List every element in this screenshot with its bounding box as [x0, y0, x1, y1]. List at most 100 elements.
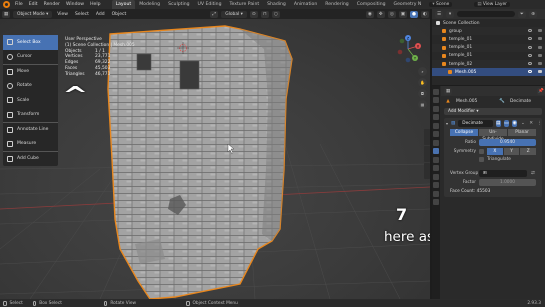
workspace-tab-geometry-nodes[interactable]: Geometry N	[390, 2, 426, 7]
overlay-icon[interactable]: ◎	[387, 10, 396, 18]
transform-orientation-icon[interactable]: ⤢	[210, 10, 219, 18]
pin-icon[interactable]: 📌	[537, 87, 545, 95]
ratio-slider[interactable]: 0.9540	[479, 139, 536, 146]
tab-output-icon[interactable]	[433, 105, 439, 112]
viewport-menu-object[interactable]: Object	[110, 12, 129, 17]
tool-add-cube[interactable]: Add Cube	[3, 151, 58, 166]
tab-object-icon[interactable]	[433, 139, 439, 146]
object-name[interactable]: Mesh.005	[456, 99, 494, 104]
filter-icon[interactable]: ⏷	[518, 10, 526, 18]
eye-icon[interactable]	[528, 70, 532, 74]
outliner-item[interactable]: group	[432, 27, 545, 36]
dropdown-icon[interactable]: ⌄	[520, 119, 526, 127]
axis-x-button[interactable]: X	[487, 148, 503, 155]
snap-icon[interactable]: ⊓	[260, 10, 269, 18]
axis-y-button[interactable]: Y	[503, 148, 520, 155]
menu-file[interactable]: File	[12, 2, 26, 7]
editor-type-icon[interactable]: ▦	[2, 10, 10, 18]
scene-selector[interactable]: ▾ Scene	[429, 2, 453, 7]
tab-texture-icon[interactable]	[433, 199, 439, 205]
viewport-toggle-icon[interactable]: ▭	[503, 119, 510, 127]
tab-scene-icon[interactable]	[433, 122, 439, 129]
outliner-editor-icon[interactable]: ☰	[435, 10, 443, 18]
tab-view-layer-icon[interactable]	[433, 114, 439, 120]
outliner-item[interactable]: temple_01	[432, 43, 545, 52]
tab-render-icon[interactable]	[433, 97, 439, 103]
sidebar-tab-tool[interactable]	[424, 146, 430, 162]
viewport-menu-view[interactable]: View	[55, 12, 70, 17]
outliner-item[interactable]: temple_01	[432, 52, 545, 60]
outliner-item-selected[interactable]: Mesh.005	[432, 68, 545, 77]
workspace-tab-modeling[interactable]: Modeling	[135, 2, 164, 7]
edit-mode-toggle-icon[interactable]: ▤	[495, 119, 501, 127]
pan-hand-icon[interactable]: ✋	[418, 78, 427, 87]
xray-icon[interactable]: ▣	[398, 10, 407, 18]
visibility-icon[interactable]: ◉	[365, 10, 374, 18]
menu-help[interactable]: Help	[87, 2, 103, 7]
close-icon[interactable]: ✕	[529, 120, 534, 127]
tab-particles-icon[interactable]	[433, 156, 439, 163]
tab-constraints-icon[interactable]	[433, 173, 439, 180]
workspace-tab-animation[interactable]: Animation	[290, 2, 321, 7]
tab-tool-icon[interactable]	[433, 88, 439, 95]
tool-move[interactable]: Move	[3, 64, 58, 79]
mode-dropdown[interactable]: Object Mode ▾	[13, 10, 53, 18]
orientation-dropdown[interactable]: Global ▾	[221, 10, 247, 18]
new-collection-icon[interactable]: ⊕	[529, 10, 537, 18]
collapse-chevron-icon[interactable]: ▾	[446, 121, 448, 126]
view-layer-selector[interactable]: ▤ View Layer	[474, 2, 510, 7]
zoom-icon[interactable]: ⌕	[418, 67, 427, 76]
tool-rotate[interactable]: Rotate	[3, 79, 58, 94]
tool-transform[interactable]: Transform	[3, 108, 58, 123]
outliner-display-mode-icon[interactable]: ▾	[446, 10, 454, 18]
tab-data-icon[interactable]	[433, 182, 439, 188]
render-toggle-icon[interactable]: ◉	[512, 119, 518, 127]
camera-icon[interactable]	[538, 70, 542, 74]
blender-logo-icon[interactable]	[3, 1, 10, 8]
tab-planar[interactable]: Planar	[508, 129, 536, 136]
viewport-menu-select[interactable]: Select	[73, 12, 91, 17]
workspace-tab-compositing[interactable]: Compositing	[353, 2, 390, 7]
perspective-grid-icon[interactable]: ▦	[418, 100, 427, 109]
eye-icon[interactable]	[528, 37, 532, 41]
tab-material-icon[interactable]	[433, 190, 439, 197]
workspace-tab-shading[interactable]: Shading	[263, 2, 290, 7]
outliner-scene-collection[interactable]: Scene Collection	[432, 19, 545, 27]
eye-icon[interactable]	[528, 45, 532, 49]
tab-physics-icon[interactable]	[433, 165, 439, 171]
tab-un-subdivide[interactable]: Un-Subdivide	[479, 129, 507, 142]
tool-select-box[interactable]: Select Box	[3, 35, 58, 50]
axis-z-button[interactable]: Z	[520, 148, 537, 155]
sidebar-tab-view[interactable]	[424, 163, 430, 179]
gizmo-toggle-icon[interactable]: ✥	[376, 10, 385, 18]
add-modifier-button[interactable]: Add Modifier ▾	[444, 107, 542, 115]
navigation-gizmo[interactable]: X Y Z	[393, 34, 423, 64]
outliner-item[interactable]: temple_01	[432, 35, 545, 43]
proportional-icon[interactable]: ○	[271, 10, 280, 18]
shading-material-icon[interactable]: ◐	[420, 10, 429, 18]
pivot-icon[interactable]: ⊙	[249, 10, 258, 18]
sidebar-tab-item[interactable]	[424, 129, 430, 145]
shading-solid-icon[interactable]: ●	[409, 10, 418, 18]
viewport-menu-add[interactable]: Add	[94, 12, 107, 17]
drag-handle-icon[interactable]: ⋮	[537, 120, 542, 127]
outliner-search-input[interactable]	[457, 11, 515, 17]
workspace-tab-sculpting[interactable]: Sculpting	[164, 2, 193, 7]
camera-icon[interactable]	[538, 61, 542, 65]
tool-cursor[interactable]: Cursor	[3, 50, 58, 65]
tool-measure[interactable]: Measure	[3, 137, 58, 152]
camera-view-icon[interactable]: ◘	[418, 89, 427, 98]
vertex-group-select[interactable]: ⊞	[479, 170, 527, 177]
workspace-tab-rendering[interactable]: Rendering	[321, 2, 352, 7]
eye-icon[interactable]	[528, 53, 532, 57]
triangulate-checkbox[interactable]	[479, 157, 484, 162]
camera-icon[interactable]	[538, 45, 542, 49]
workspace-tab-layout[interactable]: Layout	[111, 0, 136, 9]
eye-icon[interactable]	[528, 29, 532, 33]
invert-icon[interactable]: ⇄	[530, 170, 536, 177]
workspace-tab-uv-editing[interactable]: UV Editing	[194, 2, 226, 7]
eye-icon[interactable]	[528, 61, 532, 65]
outliner-item[interactable]: temple_02	[432, 59, 545, 69]
tab-world-icon[interactable]	[433, 131, 439, 137]
3d-viewport[interactable]: Select Box Cursor Move Rotate Scale Tran…	[0, 19, 430, 299]
